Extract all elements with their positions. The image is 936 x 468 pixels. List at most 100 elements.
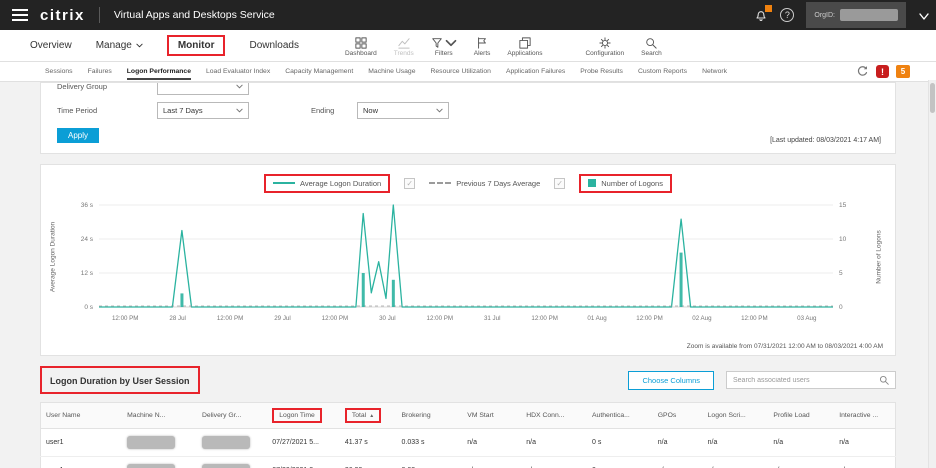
nav-item-downloads[interactable]: Downloads: [249, 40, 298, 51]
column-header-delivery-gr-[interactable]: Delivery Gr...: [197, 403, 267, 429]
legend-previous-7-days-average[interactable]: Previous 7 Days Average: [429, 179, 540, 188]
ending-value: Now: [363, 106, 378, 115]
scrollbar-thumb[interactable]: [930, 83, 935, 113]
column-header-label: Total: [352, 412, 366, 419]
svg-text:24 s: 24 s: [81, 236, 94, 243]
column-header-profile-load[interactable]: Profile Load: [768, 403, 834, 429]
subtab-custom-reports[interactable]: Custom Reports: [638, 63, 687, 80]
tool-search[interactable]: Search: [641, 36, 662, 57]
time-period-label: Time Period: [57, 106, 157, 115]
app-window: citrix Virtual Apps and Desktops Service…: [0, 0, 936, 468]
subtab-load-evaluator-index[interactable]: Load Evaluator Index: [206, 63, 270, 80]
legend-checkbox[interactable]: ✓: [554, 178, 565, 189]
zoom-availability-note: Zoom is available from 07/31/2021 12:00 …: [687, 343, 883, 350]
svg-text:12:00 PM: 12:00 PM: [112, 315, 138, 322]
hamburger-menu-icon[interactable]: [12, 9, 28, 21]
chart-body: 0 s12 s24 s36 s05101512:00 PM28 Jul12:00…: [41, 195, 895, 345]
icon-toolbar: Dashboard Trends Filters Alerts Applications…: [345, 34, 662, 57]
column-header-vm-start[interactable]: VM Start: [462, 403, 521, 429]
ending-select[interactable]: Now: [357, 102, 449, 119]
table-cell: user1: [41, 457, 123, 468]
column-header-brokering[interactable]: Brokering: [397, 403, 463, 429]
column-header-machine-n-[interactable]: Machine N...: [122, 403, 197, 429]
refresh-icon[interactable]: [856, 65, 869, 78]
table-cell: 0 s: [587, 429, 653, 457]
table-cell: 41.37 s: [340, 429, 397, 457]
column-header-logon-time[interactable]: Logon Time: [267, 403, 340, 429]
column-header-interactive-[interactable]: Interactive ...: [834, 403, 895, 429]
svg-text:12:00 PM: 12:00 PM: [322, 315, 348, 322]
table-cell: 07/30/2021 2...: [267, 457, 340, 468]
critical-alerts-icon[interactable]: !: [876, 65, 889, 78]
column-header-label: Interactive ...: [839, 412, 878, 419]
tool-trends[interactable]: Trends: [394, 36, 414, 57]
notification-badge: [765, 5, 772, 12]
bar-sample-icon: [588, 179, 596, 187]
column-header-label: Authentica...: [592, 412, 630, 419]
table-row[interactable]: user107/27/2021 5...41.37 s0.033 sn/an/a…: [41, 429, 896, 457]
column-header-total[interactable]: Total▲: [340, 403, 397, 429]
nav-item-monitor[interactable]: Monitor: [167, 35, 226, 56]
subtab-capacity-management[interactable]: Capacity Management: [285, 63, 353, 80]
table-row[interactable]: user107/30/2021 2...36.29 s0.03 sn/an/a0…: [41, 457, 896, 468]
column-header-label: VM Start: [467, 412, 493, 419]
subtab-network[interactable]: Network: [702, 63, 727, 80]
dashboard-icon: [355, 37, 367, 49]
subtab-failures[interactable]: Failures: [88, 63, 112, 80]
apply-button[interactable]: Apply: [57, 128, 99, 143]
subtab-resource-utilization[interactable]: Resource Utilization: [430, 63, 490, 80]
subtab-logon-performance[interactable]: Logon Performance: [127, 63, 191, 80]
table-cell: 0 s: [587, 457, 653, 468]
column-header-hdx-conn-[interactable]: HDX Conn...: [521, 403, 587, 429]
tool-configuration[interactable]: Configuration: [585, 36, 624, 57]
notifications-bell-icon[interactable]: [754, 8, 768, 22]
tool-label: Configuration: [585, 50, 624, 57]
choose-columns-button[interactable]: Choose Columns: [628, 371, 714, 390]
time-period-value: Last 7 Days: [163, 106, 203, 115]
svg-text:12:00 PM: 12:00 PM: [741, 315, 767, 322]
table-cell: user1: [41, 429, 123, 457]
tool-alerts[interactable]: Alerts: [474, 36, 491, 57]
top-bar: citrix Virtual Apps and Desktops Service…: [0, 0, 936, 30]
subtab-probe-results[interactable]: Probe Results: [580, 63, 623, 80]
table-cell: n/a: [703, 457, 769, 468]
delivery-group-select[interactable]: [157, 82, 249, 95]
help-icon[interactable]: ?: [780, 8, 794, 22]
subtab-application-failures[interactable]: Application Failures: [506, 63, 565, 80]
org-id-redacted: [840, 9, 898, 21]
nav-item-overview[interactable]: Overview: [30, 40, 72, 51]
svg-text:30 Jul: 30 Jul: [379, 315, 396, 322]
chart-legend: Average Logon Duration ✓ Previous 7 Days A…: [41, 171, 895, 195]
column-header-logon-scri-[interactable]: Logon Scri...: [703, 403, 769, 429]
delivery-group-label: Delivery Group: [57, 82, 113, 91]
nav-item-manage[interactable]: Manage: [96, 40, 143, 51]
column-header-authentica-[interactable]: Authentica...: [587, 403, 653, 429]
search-input[interactable]: [733, 377, 879, 384]
logon-performance-chart-panel: Average Logon Duration ✓ Previous 7 Days A…: [40, 164, 896, 356]
table-cell: n/a: [768, 457, 834, 468]
account-chevron-down-icon[interactable]: [918, 9, 930, 21]
legend-number-of-logons[interactable]: Number of Logons: [579, 174, 672, 193]
subtab-sessions[interactable]: Sessions: [45, 63, 73, 80]
subtab-machine-usage[interactable]: Machine Usage: [368, 63, 415, 80]
legend-average-logon-duration[interactable]: Average Logon Duration: [264, 174, 390, 193]
legend-checkbox[interactable]: ✓: [404, 178, 415, 189]
redacted-block: [127, 464, 175, 468]
chevron-down-icon: [136, 42, 143, 49]
column-header-gpos[interactable]: GPOs: [653, 403, 703, 429]
logon-chart[interactable]: 0 s12 s24 s36 s05101512:00 PM28 Jul12:00…: [41, 195, 895, 345]
vertical-scrollbar[interactable]: [928, 80, 936, 468]
legend-label: Previous 7 Days Average: [456, 179, 540, 188]
column-header-user-name[interactable]: User Name: [41, 403, 123, 429]
tool-filters[interactable]: Filters: [431, 36, 457, 57]
warning-alerts-badge[interactable]: 5: [896, 65, 910, 78]
time-period-select[interactable]: Last 7 Days: [157, 102, 249, 119]
filters-icon: [431, 37, 443, 49]
tool-dashboard[interactable]: Dashboard: [345, 36, 377, 57]
trends-icon: [398, 37, 410, 49]
svg-text:12:00 PM: 12:00 PM: [531, 315, 557, 322]
redacted-cell: [122, 457, 197, 468]
redacted-cell: [197, 457, 267, 468]
column-header-label: Machine N...: [127, 412, 165, 419]
tool-applications[interactable]: Applications: [507, 36, 542, 57]
